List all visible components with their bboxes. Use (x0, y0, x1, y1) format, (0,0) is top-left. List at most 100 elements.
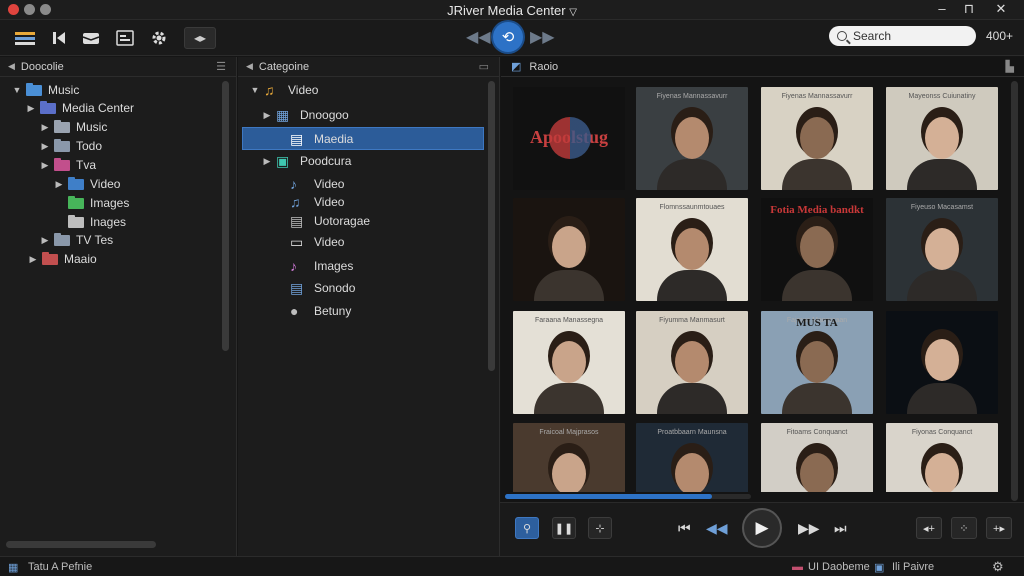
category-item[interactable]: ♪ Images (276, 257, 353, 275)
expand-arrow-icon[interactable]: ▶ (54, 179, 64, 190)
collapse-caret-icon[interactable]: ◀ (8, 61, 15, 72)
library-tree-item[interactable]: ▶ Maaio (28, 250, 97, 268)
middle-scrollbar[interactable] (488, 81, 495, 371)
category-header: ◀ Categoine ▭ (238, 57, 499, 77)
status-display-icon: ▣ (874, 562, 885, 574)
album-cover[interactable]: Flomnssaunmtouaes (636, 198, 748, 301)
pin-button[interactable]: ⚲ (515, 517, 539, 539)
zoom-button[interactable]: ⁘ (951, 517, 977, 539)
status-windows-icon: ▦ (8, 562, 19, 574)
album-cover[interactable]: Fiyonas Conquanct (886, 423, 998, 492)
album-cover[interactable]: Fiyumma Manmasurt (636, 311, 748, 414)
album-cover[interactable]: Fotia Media bandkt (761, 198, 873, 301)
library-tree-item[interactable]: ▶ Music (40, 118, 107, 136)
expand-arrow-icon[interactable]: ▶ (28, 254, 38, 265)
category-item-label: Uotoragae (314, 214, 371, 228)
toggle-pane-button[interactable]: ◂▸ (184, 27, 216, 49)
album-cover[interactable]: Faraana Manassegna (513, 311, 625, 414)
skip-start-icon[interactable]: ⏮ (678, 520, 691, 537)
expand-arrow-icon[interactable]: ▶ (40, 141, 50, 152)
expand-arrow-icon[interactable]: ▼ (250, 85, 260, 95)
library-tree-item[interactable]: ▼ Music (12, 81, 79, 99)
volume-left-button[interactable]: ◂+ (916, 517, 942, 539)
portrait-head (675, 117, 709, 159)
progress-track[interactable] (505, 494, 751, 499)
maximize-icon[interactable]: ⊓ (960, 1, 978, 17)
library-tree-item[interactable]: ▶ Media Center (26, 99, 134, 117)
album-cover[interactable] (886, 311, 998, 414)
category-item[interactable]: ▤ Sonodo (276, 279, 355, 297)
content-scrollbar[interactable] (1011, 81, 1018, 501)
album-cover[interactable]: Apoolstug (513, 87, 625, 190)
expand-arrow-icon[interactable]: ▶ (40, 160, 50, 171)
category-item[interactable]: ▶ ▣ Poodcura (262, 152, 352, 170)
category-item[interactable]: ● Betuny (276, 302, 351, 320)
library-tree-title: Doocolie (20, 60, 64, 73)
close-icon[interactable]: ✕ (992, 1, 1010, 17)
folder-icon (42, 251, 58, 265)
library-tree-item[interactable]: Inages (54, 213, 126, 231)
list-view-icon[interactable]: ☰ (216, 60, 226, 73)
category-item-icon: ▤ (290, 130, 304, 147)
album-cover[interactable]: Proatbbaarn Maunsna (636, 423, 748, 492)
album-cover[interactable]: Fiyeuso Macasamst (886, 198, 998, 301)
left-hscrollbar[interactable] (6, 541, 156, 548)
category-item[interactable]: ▭ Video (276, 233, 344, 251)
crossfade-button[interactable]: ⊹ (588, 517, 612, 539)
content-options-icon[interactable]: ▙ (1006, 60, 1014, 73)
forward-icon[interactable]: ▶▶ (798, 520, 820, 537)
settings-gear-icon[interactable] (146, 26, 172, 50)
expand-arrow-icon[interactable]: ▶ (26, 103, 36, 114)
library-tree-item[interactable]: ▶ TV Tes (40, 231, 113, 249)
album-title-art: Fotia Media bandkt (770, 204, 864, 216)
library-tree-item[interactable]: ▶ Video (54, 175, 120, 193)
category-item[interactable]: ▤ Uotoragae (276, 212, 370, 230)
rewind-icon[interactable]: ◀◀ (706, 520, 728, 537)
expand-arrow-icon[interactable]: ▼ (12, 85, 22, 95)
volume-right-button[interactable]: +▸ (986, 517, 1012, 539)
category-title: Categoine (258, 60, 310, 73)
next-arrow-icon[interactable]: ▶▶ (530, 27, 555, 47)
library-tree-item[interactable]: ▶ Todo (40, 137, 102, 155)
album-cover[interactable]: Fitoams Conquanct (761, 423, 873, 492)
expand-arrow-icon[interactable]: ▶ (40, 122, 50, 133)
category-item-icon: ♫ (264, 82, 275, 98)
category-item[interactable]: ♫ Video (276, 193, 344, 211)
minimize-icon[interactable]: – (933, 1, 951, 16)
album-cover[interactable] (513, 198, 625, 301)
inbox-icon[interactable] (78, 26, 104, 50)
expand-arrow-icon[interactable]: ▶ (262, 156, 272, 167)
view-scheme-icon[interactable] (112, 26, 138, 50)
left-scrollbar[interactable] (222, 81, 229, 351)
album-cover[interactable]: Mayeonss Cuiunatiny (886, 87, 998, 190)
album-cover[interactable]: Fajmun Mangsraan MUS TA (761, 311, 873, 414)
status-settings-icon[interactable]: ⚙ (992, 559, 1004, 575)
album-cover[interactable]: Fiyenas Mannassavurr (761, 87, 873, 190)
library-icon[interactable] (12, 26, 38, 50)
album-caption: Faraana Manassegna (534, 317, 604, 324)
portrait-body (657, 159, 727, 190)
category-item[interactable]: ▼ ♫ Video (250, 81, 319, 99)
skip-end-icon[interactable]: ⏭ (834, 520, 847, 537)
portrait-head (675, 228, 709, 270)
category-item[interactable]: ▶ ▦ Dnoogoo (262, 106, 349, 124)
album-cover[interactable]: Fraicoal Majprasos (513, 423, 625, 492)
sync-icon[interactable]: ⟲ (493, 22, 523, 52)
search-input[interactable] (853, 29, 963, 43)
expand-arrow-icon[interactable]: ▶ (262, 110, 272, 121)
album-cover[interactable]: Fiyenas Mannassavurr (636, 87, 748, 190)
expand-arrow-icon[interactable]: ▶ (40, 235, 50, 246)
previous-arrow-icon[interactable]: ◀◀ (466, 27, 491, 47)
category-item[interactable]: ♪ Video (276, 175, 344, 193)
back-icon[interactable] (46, 26, 72, 50)
title-caret-icon[interactable]: ▽ (569, 7, 577, 18)
category-options-icon[interactable]: ▭ (479, 60, 489, 73)
category-caret-icon[interactable]: ◀ (246, 61, 253, 72)
pause-button[interactable]: ❚❚ (552, 517, 576, 539)
play-button[interactable]: ▶ (742, 508, 782, 548)
category-item[interactable]: ▤ Maedia (276, 130, 353, 148)
library-tree-item[interactable]: Images (54, 194, 129, 212)
album-caption: Fiyeuso Macasamst (910, 204, 974, 211)
search-box[interactable] (829, 26, 976, 46)
library-tree-item[interactable]: ▶ Tva (40, 156, 96, 174)
